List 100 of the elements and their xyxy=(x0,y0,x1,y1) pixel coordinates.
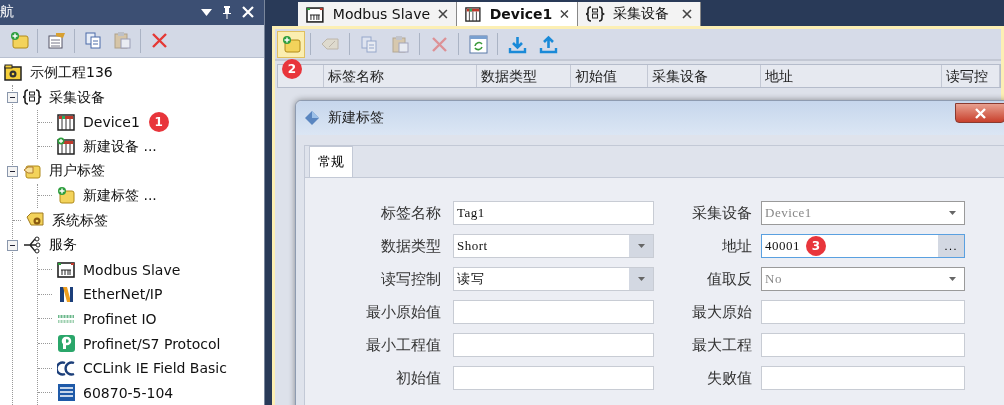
copy-icon xyxy=(83,31,103,51)
rack-icon xyxy=(57,112,76,132)
add-folder-icon xyxy=(9,31,29,51)
document-tab[interactable]: Device1 xyxy=(457,2,578,26)
field-label: 值取反 xyxy=(706,269,752,289)
collapse-icon[interactable] xyxy=(7,92,18,104)
field-value: No xyxy=(765,271,782,287)
toolbar-button[interactable] xyxy=(277,30,305,58)
field-label: 初始值 xyxy=(395,368,441,388)
tree-item[interactable]: 新建标签 ... xyxy=(81,186,159,205)
upload-icon xyxy=(538,34,558,54)
dropdown-button[interactable] xyxy=(629,268,653,290)
field-label: 读写控制 xyxy=(380,269,441,289)
close-icon[interactable] xyxy=(560,9,569,19)
protocol-logo-icon xyxy=(57,334,76,353)
caret-icon xyxy=(948,211,956,215)
pin-icon[interactable] xyxy=(222,6,232,19)
field-label: 最小工程值 xyxy=(365,335,441,355)
column-header[interactable]: 标签名称 xyxy=(323,65,478,87)
properties-icon xyxy=(46,31,66,51)
tag-folder-plus-icon xyxy=(57,186,76,206)
close-icon[interactable] xyxy=(438,9,448,19)
tree-item[interactable]: Device1 xyxy=(81,114,142,131)
paste-icon xyxy=(112,31,132,51)
dialog-title: 新建标签 xyxy=(328,109,384,127)
column-header[interactable]: 地址 xyxy=(760,65,943,87)
close-icon[interactable] xyxy=(682,9,692,19)
caret-icon xyxy=(637,244,645,248)
input-field[interactable]: Tag1 xyxy=(453,201,654,225)
field-value: Device1 xyxy=(765,205,812,221)
tree-item[interactable]: 系统标签 xyxy=(50,211,110,230)
dropdown-field[interactable]: Short xyxy=(453,234,654,258)
input-field[interactable] xyxy=(453,333,654,357)
network-port-icon xyxy=(57,260,76,280)
download-icon xyxy=(507,34,527,54)
tree-item[interactable]: 新建设备 ... xyxy=(81,137,159,156)
paste-icon xyxy=(390,34,410,54)
refresh-icon xyxy=(468,34,488,54)
dropdown-field[interactable]: 读写 xyxy=(453,267,654,291)
step-badge: 2 xyxy=(282,59,302,79)
field-label: 最大原始 xyxy=(691,302,752,322)
field-value: Tag1 xyxy=(457,205,485,221)
stripe-logo-icon xyxy=(57,284,76,304)
column-header[interactable]: 采集设备 xyxy=(647,65,761,87)
tree-item[interactable]: CCLink IE Field Basic xyxy=(81,360,229,377)
copy-icon xyxy=(359,34,379,54)
branch-icon xyxy=(23,235,42,255)
field-label: 标签名称 xyxy=(380,203,441,223)
dropdown-icon[interactable] xyxy=(201,9,212,16)
rack-icon xyxy=(465,4,482,24)
column-header[interactable]: 数据类型 xyxy=(477,65,571,87)
step-badge: 3 xyxy=(806,236,826,256)
tree-item[interactable]: Profinet/S7 Protocol xyxy=(81,335,223,352)
tree-item[interactable]: Modbus Slave xyxy=(81,261,183,278)
tree-item[interactable]: 用户标签 xyxy=(47,162,107,181)
tree-item[interactable]: 60870-5-104 xyxy=(81,384,176,401)
diamond-icon xyxy=(304,110,320,126)
caret-icon xyxy=(637,277,645,281)
network-port-icon xyxy=(306,4,325,24)
tree-item[interactable]: EtherNet/IP xyxy=(81,286,165,303)
double-arc-icon xyxy=(57,358,76,378)
delete-icon xyxy=(429,34,449,54)
close-icon xyxy=(974,107,986,119)
input-field[interactable] xyxy=(453,300,654,324)
input-field[interactable] xyxy=(761,366,965,390)
document-tab[interactable]: Modbus Slave xyxy=(298,2,457,26)
column-header[interactable]: 初始值 xyxy=(570,65,648,87)
bracket-icon xyxy=(23,88,42,108)
rack-plus-icon xyxy=(57,137,76,157)
field-label: 数据类型 xyxy=(380,236,441,256)
field-label: 最小原始值 xyxy=(365,302,441,322)
field-label: 最大工程 xyxy=(691,335,752,355)
collapse-icon[interactable] xyxy=(7,165,18,177)
folder-gear-icon xyxy=(4,63,23,83)
field-label: 采集设备 xyxy=(691,203,752,223)
bracket-icon xyxy=(586,4,605,24)
dialog-tab[interactable]: 常规 xyxy=(309,146,353,177)
document-tab[interactable]: 采集设备 xyxy=(578,2,701,26)
browse-button[interactable]: ... xyxy=(938,235,964,257)
panel-title: 航 xyxy=(0,3,15,22)
step-badge: 1 xyxy=(148,112,169,133)
input-field[interactable] xyxy=(761,333,965,357)
close-button[interactable] xyxy=(955,103,1004,123)
dropdown-button[interactable] xyxy=(629,235,653,257)
input-field[interactable] xyxy=(761,300,965,324)
tree-item[interactable]: 采集设备 xyxy=(47,88,107,107)
tree-item[interactable]: Profinet IO xyxy=(81,310,159,327)
input-field[interactable] xyxy=(453,366,654,390)
caret-icon xyxy=(948,277,956,281)
field-value: 40001 xyxy=(765,238,800,254)
field-value: 读写 xyxy=(457,270,484,288)
field-value: Short xyxy=(457,238,488,254)
tree-item[interactable]: 服务 xyxy=(47,236,79,255)
column-header[interactable]: 读写控 xyxy=(942,65,1000,87)
collapse-icon[interactable] xyxy=(7,239,18,251)
field-label: 地址 xyxy=(721,236,752,256)
add-folder-icon xyxy=(281,34,301,54)
input-field[interactable]: 40001 3 ... xyxy=(761,234,965,258)
tree-item[interactable]: 示例工程136 xyxy=(28,64,115,82)
field-label: 失败值 xyxy=(706,368,752,388)
